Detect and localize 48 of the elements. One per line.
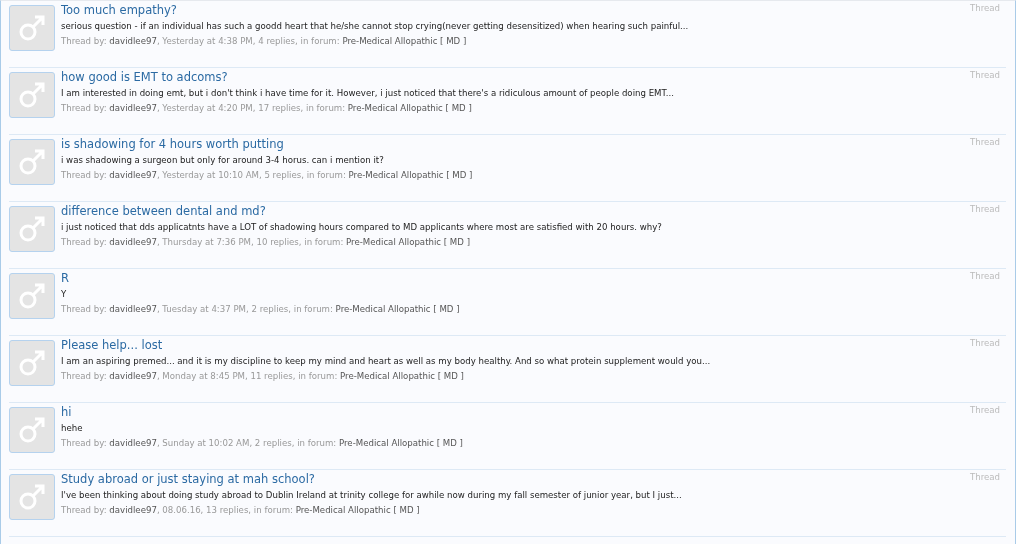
avatar[interactable] <box>9 5 55 51</box>
avatar[interactable] <box>9 407 55 453</box>
avatar[interactable] <box>9 340 55 386</box>
thread-title-link[interactable]: is shadowing for 4 hours worth putting <box>61 137 284 152</box>
thread-meta: Thread by: davidlee97, Yesterday at 10:10 AM, 5 replies, in forum: Pre-Medical Allopathic [ MD ] <box>61 169 474 182</box>
male-symbol-icon <box>17 13 47 43</box>
content-type-label: Thread <box>969 271 1001 283</box>
male-symbol-icon <box>17 214 47 244</box>
thread-title-link[interactable]: how good is EMT to adcoms? <box>61 70 228 85</box>
content-type-label: Thread <box>969 70 1001 82</box>
thread-meta: Thread by: davidlee97, Yesterday at 4:38 PM, 4 replies, in forum: Pre-Medical Allopathic [ MD ] <box>61 35 468 48</box>
content-type-label: Thread <box>969 338 1001 350</box>
content-type-label: Thread <box>969 204 1001 216</box>
avatar[interactable] <box>9 273 55 319</box>
thread-title-link[interactable]: hi <box>61 405 72 420</box>
thread-meta: Thread by: davidlee97, Monday at 8:45 PM, 11 replies, in forum: Pre-Medical Allopathic [ MD ] <box>61 370 465 383</box>
content-type-label: Thread <box>969 405 1001 417</box>
thread-title-link[interactable]: Please help... lost <box>61 338 163 353</box>
male-symbol-icon <box>17 147 47 177</box>
content-type-label: Thread <box>969 3 1001 15</box>
content-type-label: Thread <box>969 137 1001 149</box>
thread-snippet: i just noticed that dds applicatnts have a LOT of shadowing hours compared to MD applicants where most are satisfied with 20 hours. why? <box>61 221 663 234</box>
thread-title-link[interactable]: Too much empathy? <box>61 3 177 18</box>
avatar[interactable] <box>9 206 55 252</box>
male-symbol-icon <box>17 482 47 512</box>
thread-snippet: I've been thinking about doing study abroad to Dublin Ireland at trinity college for awhile now during my fall semester of junior year, but I just... <box>61 489 683 502</box>
avatar[interactable] <box>9 72 55 118</box>
thread-snippet: I am an aspiring premed... and it is my discipline to keep my mind and heart as well as my body healthy. And so what protein supplement would you... <box>61 355 712 368</box>
avatar[interactable] <box>9 474 55 520</box>
thread-meta: Thread by: davidlee97, 08.06.16, 13 replies, in forum: Pre-Medical Allopathic [ MD ] <box>61 504 421 517</box>
thread-meta: Thread by: davidlee97, Thursday at 7:36 PM, 10 replies, in forum: Pre-Medical Allopathic [ MD ] <box>61 236 471 249</box>
thread-snippet: I am interested in doing emt, but i don't think i have time for it. However, i just noticed that there's a ridiculous amount of people doing EMT... <box>61 87 675 100</box>
thread-snippet: serious question - if an individual has such a goodd heart that he/she cannot stop crying(never getting desensitized) when hearing such painful... <box>61 20 690 33</box>
thread-snippet: Y <box>61 288 68 301</box>
male-symbol-icon <box>17 80 47 110</box>
male-symbol-icon <box>17 348 47 378</box>
thread-snippet: i was shadowing a surgeon but only for around 3-4 horus. can i mention it? <box>61 154 385 167</box>
thread-title-link[interactable]: difference between dental and md? <box>61 204 266 219</box>
thread-snippet: hehe <box>61 422 84 435</box>
thread-meta: Thread by: davidlee97, Yesterday at 4:20 PM, 17 replies, in forum: Pre-Medical Allopathic [ MD ] <box>61 102 473 115</box>
thread-meta: Thread by: davidlee97, Sunday at 10:02 AM, 2 replies, in forum: Pre-Medical Allopathic [ MD ] <box>61 437 464 450</box>
male-symbol-icon <box>17 281 47 311</box>
thread-title-link[interactable]: R <box>61 271 69 286</box>
thread-meta: Thread by: davidlee97, Tuesday at 4:37 PM, 2 replies, in forum: Pre-Medical Allopathic [ MD ] <box>61 303 461 316</box>
male-symbol-icon <box>17 415 47 445</box>
thread-title-link[interactable]: Study abroad or just staying at mah school? <box>61 472 315 487</box>
content-type-label: Thread <box>969 472 1001 484</box>
avatar[interactable] <box>9 139 55 185</box>
